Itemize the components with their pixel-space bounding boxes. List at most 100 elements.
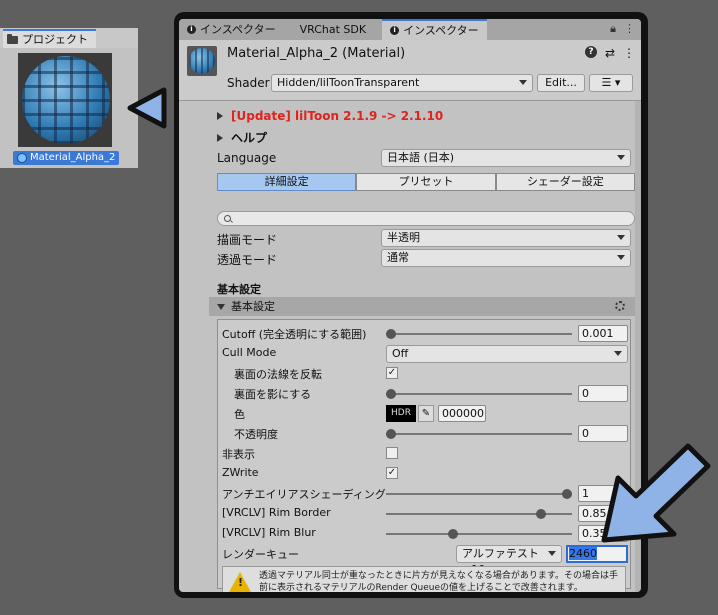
tab-detail-settings[interactable]: 詳細設定 — [217, 173, 357, 191]
material-header-thumbnail — [187, 46, 217, 76]
aa-row: アンチエイリアスシェーディング 1 — [218, 484, 630, 504]
update-notice-foldout[interactable]: [Update] lilToon 2.1.9 -> 2.1.10 — [217, 109, 443, 123]
preset-sliders-icon[interactable]: ⇄ — [605, 46, 615, 60]
render-queue-preset-dropdown[interactable]: アルファテスト+10 — [456, 545, 562, 576]
asset-name: Material_Alpha_2 — [30, 152, 116, 163]
info-icon: i — [390, 26, 400, 35]
edit-shader-button[interactable]: Edit... — [537, 74, 585, 92]
asset-name-label[interactable]: Material_Alpha_2 — [13, 151, 120, 165]
warning-text: 透過マテリアル同士が重なったときに片方が見えなくなる場合があります。その場合は手… — [259, 571, 619, 592]
project-tab[interactable]: プロジェクト — [3, 29, 96, 49]
cutoff-field[interactable]: 0.001 — [578, 325, 628, 342]
tab-label: VRChat SDK — [299, 23, 367, 36]
info-icon: i — [187, 25, 196, 34]
basic-settings-label: 基本設定 — [231, 300, 275, 313]
basic-settings-heading: 基本設定 — [217, 283, 261, 296]
shader-menu-button[interactable]: ☰ ▾ — [589, 74, 633, 92]
tab-preset[interactable]: プリセット — [356, 173, 496, 191]
inspector-window: i インスペクター VRChat SDK i インスペクター 🔒︎ ⋮ Mate… — [179, 19, 641, 592]
aa-slider[interactable] — [386, 489, 572, 499]
tab-label: インスペクター — [403, 24, 479, 37]
render-mode-dropdown[interactable]: 半透明 — [381, 229, 631, 247]
slider-knob[interactable] — [562, 489, 572, 499]
opacity-row: 不透明度 0 — [218, 424, 630, 444]
language-value: 日本語 (日本) — [387, 151, 455, 164]
tab-shader-settings[interactable]: シェーダー設定 — [495, 173, 635, 191]
basic-settings-box: Cutoff (完全透明にする範囲) 0.001 Cull Mode Off 裏… — [217, 319, 631, 592]
tab-controls: 🔒︎ ⋮ — [610, 22, 635, 36]
tab-vrchat-sdk[interactable]: VRChat SDK — [284, 19, 383, 40]
project-tab-label: プロジェクト — [22, 33, 88, 46]
help-label: ヘルプ — [231, 131, 268, 145]
hide-checkbox[interactable] — [386, 447, 398, 459]
menu-dots-icon[interactable]: ⋮ — [623, 46, 635, 60]
search-input[interactable] — [217, 211, 635, 226]
slider-knob[interactable] — [386, 329, 397, 339]
mode-tabs: 詳細設定 プリセット シェーダー設定 — [217, 173, 635, 191]
opacity-label: 不透明度 — [234, 428, 278, 441]
transparent-mode-value: 通常 — [387, 251, 409, 264]
shadow-back-slider[interactable] — [386, 389, 572, 399]
slider-knob[interactable] — [535, 509, 546, 519]
rim-blur-row: [VRCLV] Rim Blur 0.35 — [218, 524, 630, 544]
flip-normal-row: 裏面の法線を反転 ✓ — [218, 364, 630, 384]
lock-icon[interactable]: 🔒︎ — [610, 22, 616, 36]
eyedropper-icon[interactable]: ✎ — [418, 405, 434, 422]
shader-dropdown[interactable]: Hidden/lilToonTransparent — [271, 74, 533, 92]
slider-knob[interactable] — [447, 529, 458, 539]
shadow-back-row: 裏面を影にする 0 — [218, 384, 630, 404]
rim-border-label: [VRCLV] Rim Border — [222, 506, 331, 519]
tab-label: インスペクター — [200, 23, 276, 36]
slider-knob[interactable] — [386, 429, 396, 439]
material-sphere-preview — [22, 56, 110, 144]
inspector-body: [Update] lilToon 2.1.9 -> 2.1.10 ヘルプ Lan… — [179, 101, 635, 592]
color-row: 色 HDR ✎ 000000 — [218, 404, 630, 424]
slider-knob[interactable] — [386, 389, 396, 399]
menu-dots-icon[interactable]: ⋮ — [624, 22, 635, 36]
help-icon[interactable]: ? — [584, 46, 597, 58]
folder-icon — [7, 34, 18, 44]
project-body: Material_Alpha_2 — [0, 48, 138, 168]
warning-helpbox: 透過マテリアル同士が重なったときに片方が見えなくなる場合があります。その場合は手… — [222, 566, 626, 592]
help-foldout[interactable]: ヘルプ — [217, 129, 267, 146]
transparent-mode-label: 透過モード — [217, 253, 278, 267]
shader-value: Hidden/lilToonTransparent — [277, 76, 420, 89]
header-icons: ? ⇄ ⋮ — [584, 46, 635, 60]
pointer-arrow-down-left-icon — [601, 443, 711, 543]
render-queue-row: レンダーキュー アルファテスト+10 2460 — [218, 544, 630, 576]
tab-bar: i インスペクター VRChat SDK i インスペクター 🔒︎ ⋮ — [179, 19, 641, 40]
cull-mode-value: Off — [392, 347, 409, 360]
render-mode-label: 描画モード — [217, 233, 278, 247]
warning-icon — [229, 572, 251, 592]
pointer-arrow-left-icon — [127, 87, 167, 129]
basic-settings-foldout[interactable]: 基本設定 — [209, 297, 635, 316]
rim-blur-slider[interactable] — [386, 529, 572, 539]
color-hex-field[interactable]: 000000 — [438, 405, 486, 422]
render-queue-label: レンダーキュー — [222, 548, 299, 561]
tab-inspector-2[interactable]: i インスペクター — [382, 19, 487, 40]
shadow-back-field[interactable]: 0 — [578, 385, 628, 402]
zwrite-checkbox[interactable]: ✓ — [386, 467, 398, 479]
material-thumbnail[interactable] — [18, 53, 112, 147]
rim-border-slider[interactable] — [386, 509, 572, 519]
cull-mode-dropdown[interactable]: Off — [386, 345, 628, 363]
flip-normal-label: 裏面の法線を反転 — [234, 368, 322, 381]
color-swatch[interactable]: HDR — [386, 405, 416, 422]
language-dropdown[interactable]: 日本語 (日本) — [381, 149, 631, 167]
highlight-frame: i インスペクター VRChat SDK i インスペクター 🔒︎ ⋮ Mate… — [174, 12, 648, 598]
search-icon — [224, 215, 231, 222]
gear-icon[interactable] — [615, 301, 625, 311]
material-header: Material_Alpha_2 (Material) ? ⇄ ⋮ Shader… — [179, 40, 641, 101]
zwrite-label: ZWrite — [222, 466, 259, 479]
cutoff-slider[interactable] — [386, 329, 572, 339]
update-notice-text: [Update] lilToon 2.1.9 -> 2.1.10 — [231, 109, 444, 123]
transparent-mode-dropdown[interactable]: 通常 — [381, 249, 631, 267]
cutoff-row: Cutoff (完全透明にする範囲) 0.001 — [218, 324, 630, 344]
color-label: 色 — [234, 408, 245, 421]
opacity-slider[interactable] — [386, 429, 572, 439]
tab-inspector-1[interactable]: i インスペクター — [179, 19, 284, 40]
flip-normal-checkbox[interactable]: ✓ — [386, 367, 398, 379]
hide-label: 非表示 — [222, 448, 255, 461]
cull-mode-row: Cull Mode Off — [218, 344, 630, 364]
render-mode-value: 半透明 — [387, 231, 420, 244]
